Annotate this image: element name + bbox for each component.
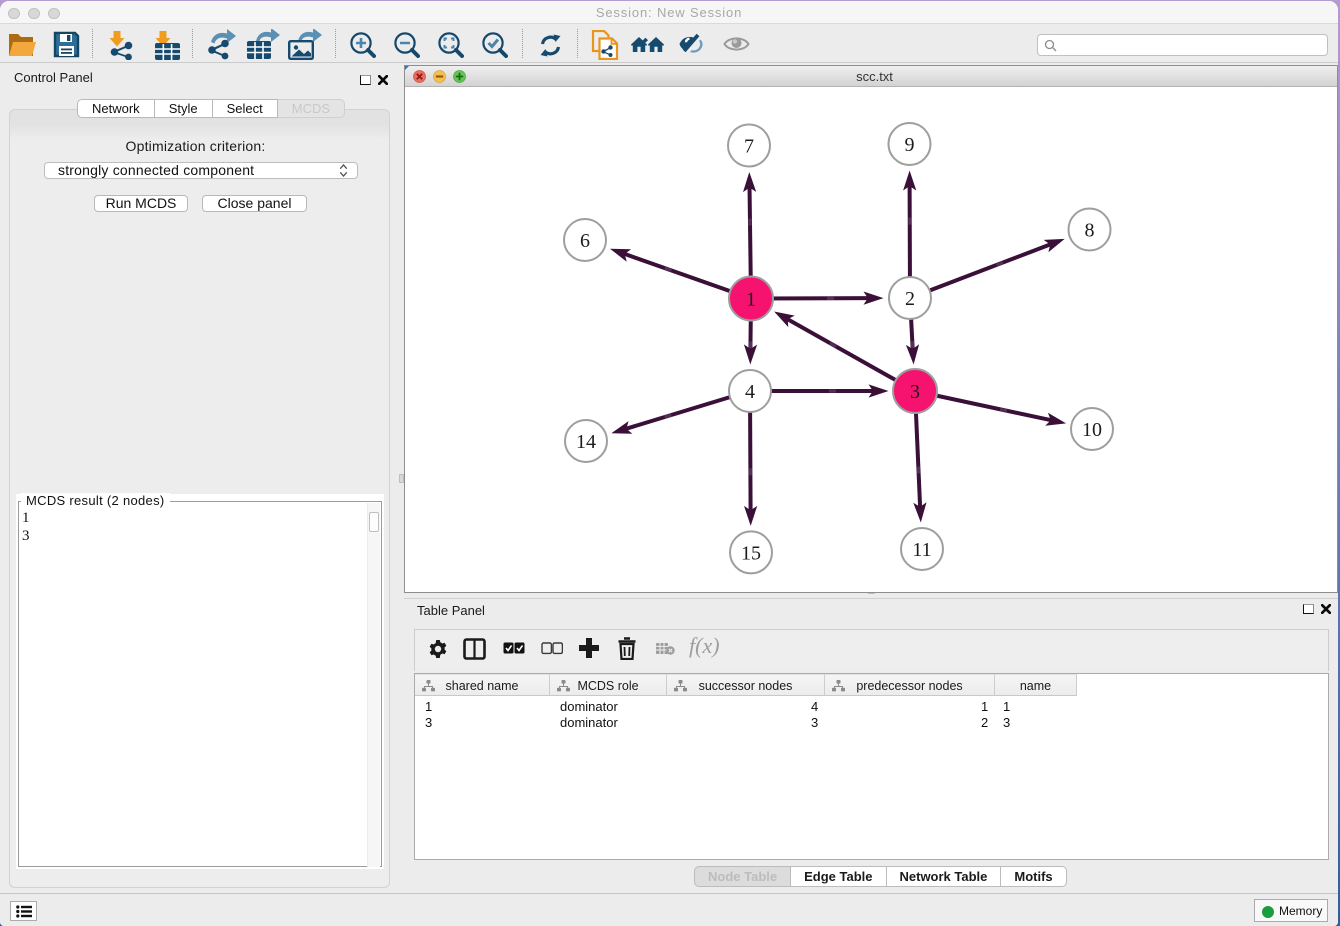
svg-text:9: 9 [905, 134, 915, 156]
svg-text:7: 7 [744, 136, 754, 158]
svg-text:3: 3 [910, 381, 920, 403]
svg-text:4: 4 [745, 381, 755, 403]
svg-text:8: 8 [1085, 220, 1095, 242]
svg-text:14: 14 [576, 431, 596, 453]
svg-text:11: 11 [912, 539, 931, 561]
svg-text:10: 10 [1082, 419, 1102, 441]
svg-text:6: 6 [580, 230, 590, 252]
svg-text:1: 1 [746, 289, 756, 311]
svg-text:15: 15 [741, 542, 761, 564]
svg-text:2: 2 [905, 288, 915, 310]
